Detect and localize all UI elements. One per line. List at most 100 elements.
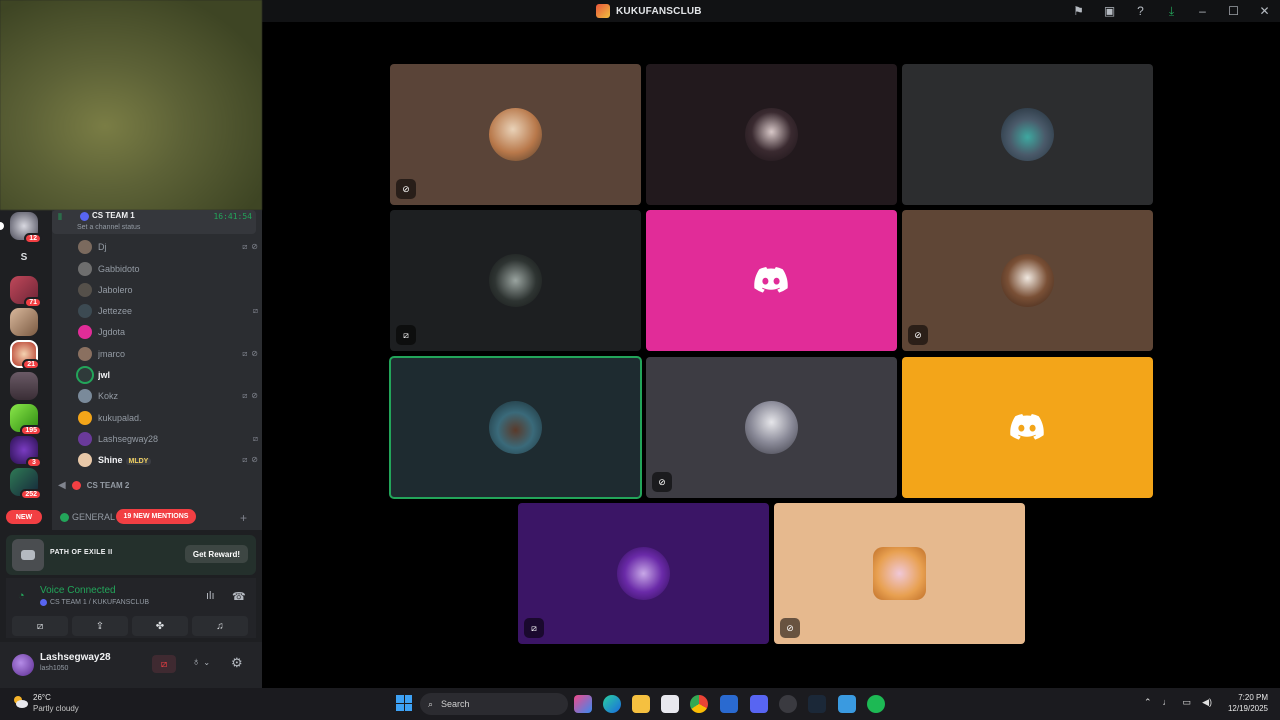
noise-suppression-icon[interactable]: ılı [206,590,215,602]
participant-tile[interactable] [902,357,1153,498]
share-screen-button[interactable]: ⇪ [72,616,128,636]
participant-tile[interactable]: ⊘ [646,357,897,498]
participant-tile-speaking[interactable] [389,356,642,499]
participant-tile[interactable]: ⊘ [774,503,1025,644]
avatar [78,432,92,446]
close-button[interactable]: ✕ [1249,0,1280,22]
avatar[interactable] [12,654,34,676]
display-icon[interactable]: ▭ [1183,697,1192,708]
voice-member[interactable]: Jgdota [78,322,258,342]
store-icon[interactable] [661,695,679,713]
voice-member[interactable]: Shine MLDY ⧄ ⊘ [78,450,258,470]
voice-channel-cs-team-1[interactable]: ⦀ CS TEAM 1 16:41:54 Set a channel statu… [52,210,256,234]
channel-status-input[interactable]: Set a channel status [77,224,140,231]
voice-channel-cs-team-2[interactable]: ◀ CS TEAM 2 [58,480,129,491]
file-explorer-icon[interactable] [632,695,650,713]
member-name: Gabbidoto [98,264,140,274]
weather-description[interactable]: Partly cloudy [33,704,79,713]
disconnect-icon[interactable]: ☎ [232,590,246,603]
guild-icon[interactable]: 3 [10,436,42,468]
discord-logo-icon [1008,413,1046,441]
deafen-button[interactable]: ♁ ⌄ [192,656,210,668]
camera-off-button[interactable]: ⧄ [12,616,68,636]
guild-icon[interactable]: 71 [10,276,42,308]
voice-member[interactable]: kukupalad. [78,408,258,428]
participant-tile[interactable]: ⧄ [518,503,769,644]
participant-tile[interactable]: ⧄ [390,210,641,351]
title-bar-actions: ⚑ ▣ ? ⤓ – ☐ ✕ [1063,0,1280,22]
avatar [78,389,92,403]
camera-off-icon: ⊘ [908,325,928,345]
avatar [78,262,92,276]
chrome-icon[interactable] [690,695,708,713]
edge-icon[interactable] [603,695,621,713]
chevron-up-icon[interactable]: ⌃ [1144,697,1152,708]
volume-icon[interactable]: ◀) [1202,697,1212,708]
clock-time[interactable]: 7:20 PM [1238,693,1268,702]
windows-start-icon[interactable] [396,695,412,711]
voice-member[interactable]: Jabolero [78,280,258,300]
windows-taskbar: 26°C Partly cloudy ⌕ Search ⌃ ♩ ▭ ◀) 7:2… [0,688,1280,720]
participant-tile[interactable]: ⊘ [390,64,641,205]
guild-icon[interactable] [10,308,38,336]
maximize-button[interactable]: ☐ [1218,0,1249,22]
user-username: lash1050 [40,665,69,672]
guild-icon-letter[interactable]: S [10,243,38,271]
deafened-icon: ⊘ [251,349,258,358]
avatar [489,108,542,161]
new-unreads-badge[interactable]: NEW [6,510,42,524]
steam-icon[interactable] [808,695,826,713]
guild-icon[interactable]: 12 [10,212,42,244]
taskbar-search[interactable]: ⌕ Search [420,693,568,715]
spotify-icon[interactable] [867,695,885,713]
voice-member[interactable]: jwl [78,365,258,385]
settings-button[interactable]: ⚙ [231,655,243,671]
minimize-button[interactable]: – [1187,0,1218,22]
get-reward-button[interactable]: Get Reward! [184,545,248,563]
participant-tile[interactable] [902,64,1153,205]
participant-tile[interactable]: ⊘ [902,210,1153,351]
channel-general[interactable]: GENERAL [60,512,115,522]
app-icon[interactable] [779,695,797,713]
member-name: Shine MLDY [98,455,242,465]
weather-temperature[interactable]: 26°C [33,693,51,702]
voice-member[interactable]: Gabbidoto [78,259,258,279]
guild-icon[interactable] [10,372,38,400]
discord-icon[interactable] [750,695,768,713]
guild-icon[interactable]: 21 [10,340,40,370]
signal-icon[interactable]: ◔ [18,590,25,602]
voice-connection-panel: ◔ Voice Connected CS TEAM 1 / KUKUFANSCL… [6,578,256,638]
guild-icon[interactable]: 195 [10,404,42,436]
member-name: Lashsegway28 [98,434,159,444]
avatar [617,547,670,600]
flag-icon[interactable]: ⚑ [1063,0,1094,22]
clock-date[interactable]: 12/19/2025 [1228,704,1268,713]
soundboard-icon: ♫ [216,620,224,632]
participant-tile[interactable] [646,210,897,351]
add-channel-icon[interactable]: + [240,511,247,525]
voice-member[interactable]: Jettezee ⧄ [78,301,258,321]
help-icon[interactable]: ? [1125,0,1156,22]
mail-icon[interactable] [720,695,738,713]
voice-member[interactable]: Dj ⧄ ⊘ [78,237,258,257]
muted-icon: ⧄ [242,242,248,251]
voice-status-title[interactable]: Voice Connected [40,585,116,596]
activities-button[interactable]: ✤ [132,616,188,636]
voice-status-subtitle[interactable]: CS TEAM 1 / KUKUFANSCLUB [40,599,149,606]
voice-member[interactable]: Lashsegway28 ⧄ [78,429,258,449]
screen-share-icon[interactable]: ▣ [1094,0,1125,22]
microphone-icon[interactable]: ♩ [1163,697,1172,708]
mute-button[interactable]: ⧄ [152,655,176,673]
promo-banner: PATH OF EXILE II Get Reward! [6,535,256,575]
notepad-icon[interactable] [838,695,856,713]
voice-member[interactable]: jmarco ⧄ ⊘ [78,344,258,364]
voice-member[interactable]: Kokz ⧄ ⊘ [78,386,258,406]
soundboard-button[interactable]: ♫ [192,616,248,636]
user-display-name[interactable]: Lashsegway28 [40,652,111,663]
new-mentions-badge[interactable]: 19 NEW MENTIONS [116,509,196,524]
copilot-icon[interactable] [574,695,592,713]
guild-icon[interactable]: 252 [10,468,42,500]
download-icon[interactable]: ⤓ [1156,0,1187,22]
muted-icon: ⧄ [242,391,248,400]
participant-tile[interactable] [646,64,897,205]
